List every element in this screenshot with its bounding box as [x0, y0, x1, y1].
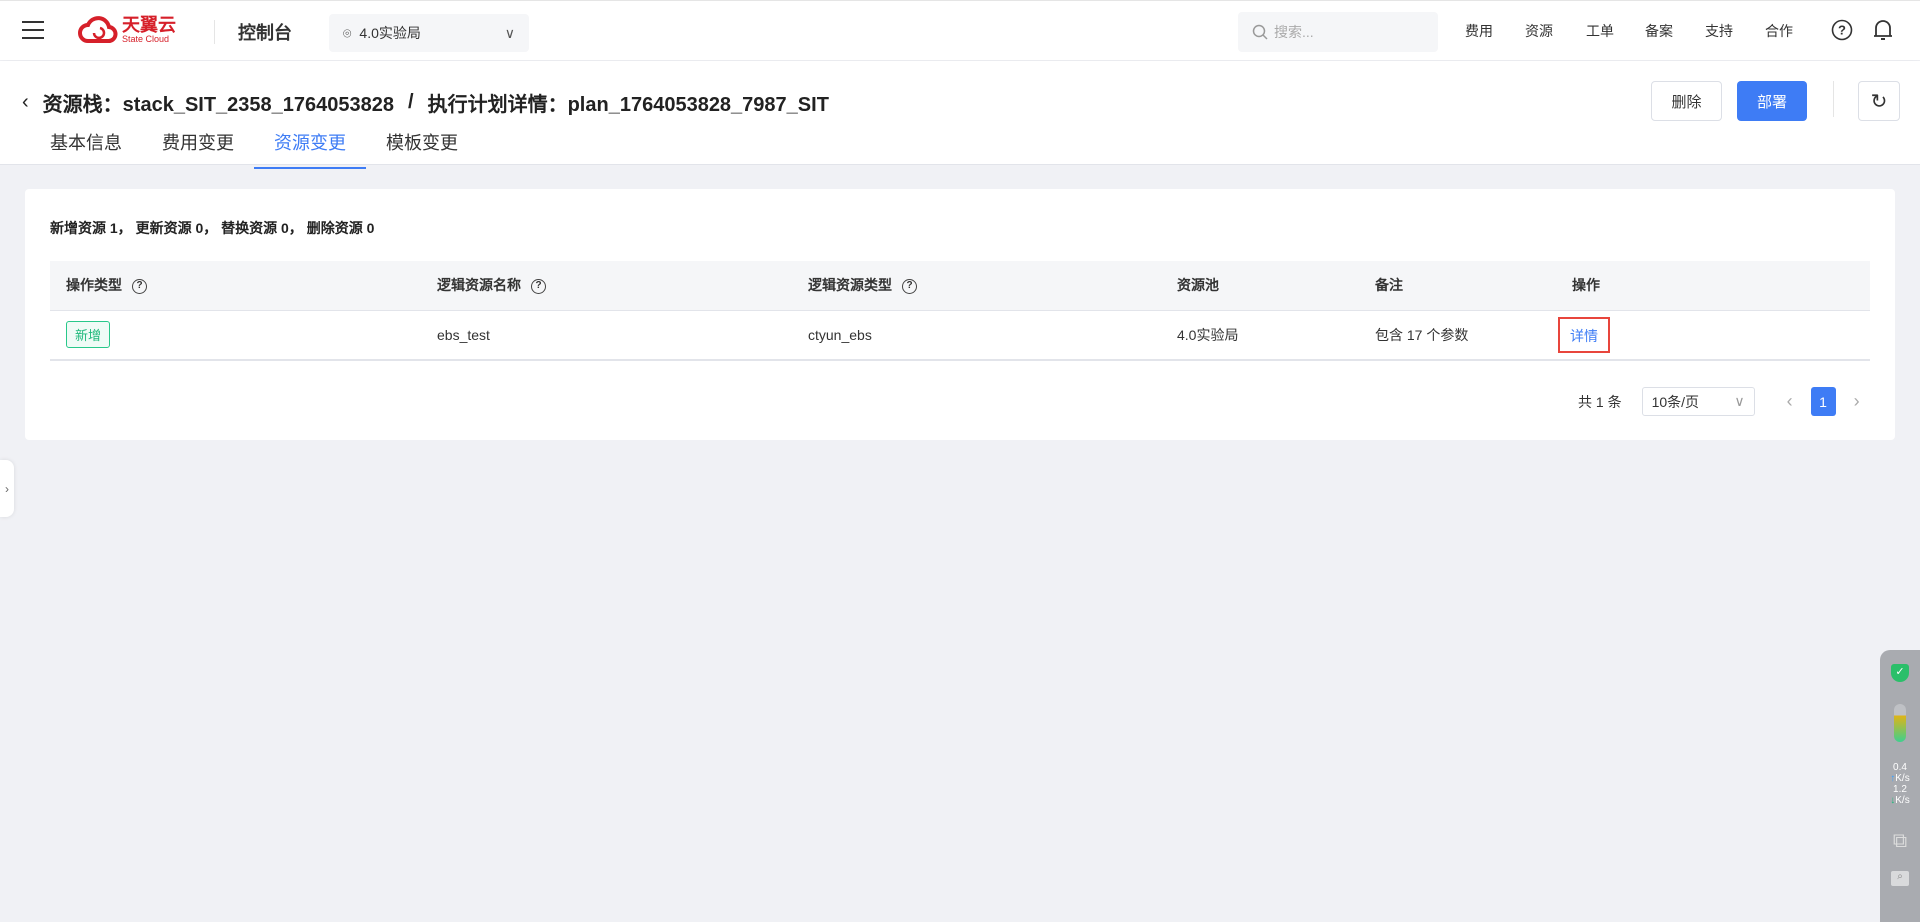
tab-resource-changes[interactable]: 资源变更 [254, 126, 366, 169]
brand-name: 天翼云 [122, 15, 176, 35]
chevron-down-icon: ∨ [1734, 393, 1745, 409]
back-icon[interactable]: ‹ [22, 91, 29, 114]
plan-title: 执行计划详情：plan_1764053828_7987_SIT [427, 94, 829, 116]
prev-page-button[interactable]: ‹ [1787, 391, 1793, 412]
resource-table: 操作类型? 逻辑资源名称? 逻辑资源类型? 资源池 备注 操作 新增 ebs_t… [50, 261, 1870, 361]
tab-template-changes[interactable]: 模板变更 [366, 126, 478, 169]
nav-partner[interactable]: 合作 [1765, 21, 1793, 41]
table-row: 新增 ebs_test ctyun_ebs 4.0实验局 包含 17 个参数 详… [50, 310, 1870, 361]
deploy-button[interactable]: 部署 [1737, 81, 1807, 121]
shield-icon: ✓ [1891, 664, 1909, 682]
logical-type: ctyun_ebs [792, 310, 1161, 361]
memory-gauge [1894, 704, 1906, 742]
cloud-logo-icon [78, 16, 118, 43]
search-icon[interactable]: ⌕ [1891, 871, 1909, 886]
upload-speed: 0.4 [1893, 762, 1907, 773]
logical-name: ebs_test [421, 310, 792, 361]
nav-fees[interactable]: 费用 [1465, 21, 1493, 41]
refresh-icon[interactable]: ↻ [1858, 81, 1900, 121]
download-unit: K/s [1895, 795, 1910, 806]
tab-basic-info[interactable]: 基本信息 [30, 126, 142, 169]
stack-title: 资源栈：stack_SIT_2358_1764053828 [42, 94, 395, 116]
page-size-value: 10条/页 [1651, 393, 1700, 410]
page-1-button[interactable]: 1 [1810, 387, 1836, 416]
divider [214, 20, 215, 44]
region-selector[interactable]: ⌾ 4.0实验局 ∨ [329, 14, 529, 52]
download-speed: 1.2 [1893, 784, 1907, 795]
nav-support[interactable]: 支持 [1705, 21, 1733, 41]
crop-icon[interactable]: ⧉ [1893, 830, 1907, 853]
menu-icon[interactable] [22, 21, 44, 39]
col-logical-name: 逻辑资源名称? [421, 261, 792, 311]
tab-cost-changes[interactable]: 费用变更 [142, 126, 254, 169]
delete-button[interactable]: 删除 [1651, 81, 1722, 121]
total-count: 共 1 条 [1578, 393, 1622, 410]
nav-resources[interactable]: 资源 [1525, 21, 1553, 41]
help-icon[interactable]: ? [132, 279, 147, 295]
col-note: 备注 [1359, 261, 1556, 311]
search-icon [1252, 24, 1268, 40]
col-action: 操作 [1556, 261, 1870, 311]
next-page-button[interactable]: › [1854, 391, 1860, 412]
col-pool: 资源池 [1161, 261, 1359, 311]
nav-tickets[interactable]: 工单 [1586, 21, 1614, 41]
bell-icon[interactable] [1871, 18, 1895, 42]
chevron-down-icon: ∨ [504, 24, 515, 41]
brand-name-en: State Cloud [122, 34, 170, 44]
note: 包含 17 个参数 [1359, 310, 1556, 361]
title-separator: / [408, 91, 414, 113]
detail-link[interactable]: 详情 [1558, 316, 1610, 353]
sidebar-expand-button[interactable]: › [0, 460, 14, 517]
resource-pool: 4.0实验局 [1161, 310, 1359, 361]
help-icon[interactable]: ? [1830, 18, 1854, 42]
change-summary: 新增资源 1， 更新资源 0， 替换资源 0， 删除资源 0 [50, 220, 375, 236]
svg-text:?: ? [1838, 23, 1846, 38]
nav-filing[interactable]: 备案 [1645, 21, 1673, 41]
logo[interactable]: 天翼云 State Cloud [78, 15, 176, 45]
upload-unit: K/s [1895, 773, 1910, 784]
help-icon[interactable]: ? [902, 279, 917, 295]
col-op-type: 操作类型? [50, 261, 421, 311]
op-type-badge: 新增 [66, 321, 111, 349]
console-link[interactable]: 控制台 [238, 19, 292, 45]
page-size-select[interactable]: 10条/页 ∨ [1641, 387, 1755, 416]
region-label: 4.0实验局 [359, 25, 421, 41]
search-placeholder: 搜索... [1274, 24, 1314, 40]
tab-bar: 基本信息 费用变更 资源变更 模板变更 [30, 126, 478, 169]
location-icon: ⌾ [343, 24, 352, 41]
divider [1833, 81, 1834, 117]
top-header: 天翼云 State Cloud 控制台 ⌾ 4.0实验局 ∨ 搜索... 费用 资… [0, 0, 1920, 60]
system-monitor-widget: ✓ 0.4 ↑K/s 1.2 ↓K/s ⧉ ⌕ [1880, 650, 1920, 922]
help-icon[interactable]: ? [531, 279, 546, 295]
search-input[interactable]: 搜索... [1238, 12, 1438, 52]
col-logical-type: 逻辑资源类型? [792, 261, 1161, 311]
pagination: 共 1 条 10条/页 ∨ ‹ 1 › [1578, 387, 1860, 416]
page-title: ‹ 资源栈：stack_SIT_2358_1764053828 / 执行计划详情… [22, 88, 829, 117]
